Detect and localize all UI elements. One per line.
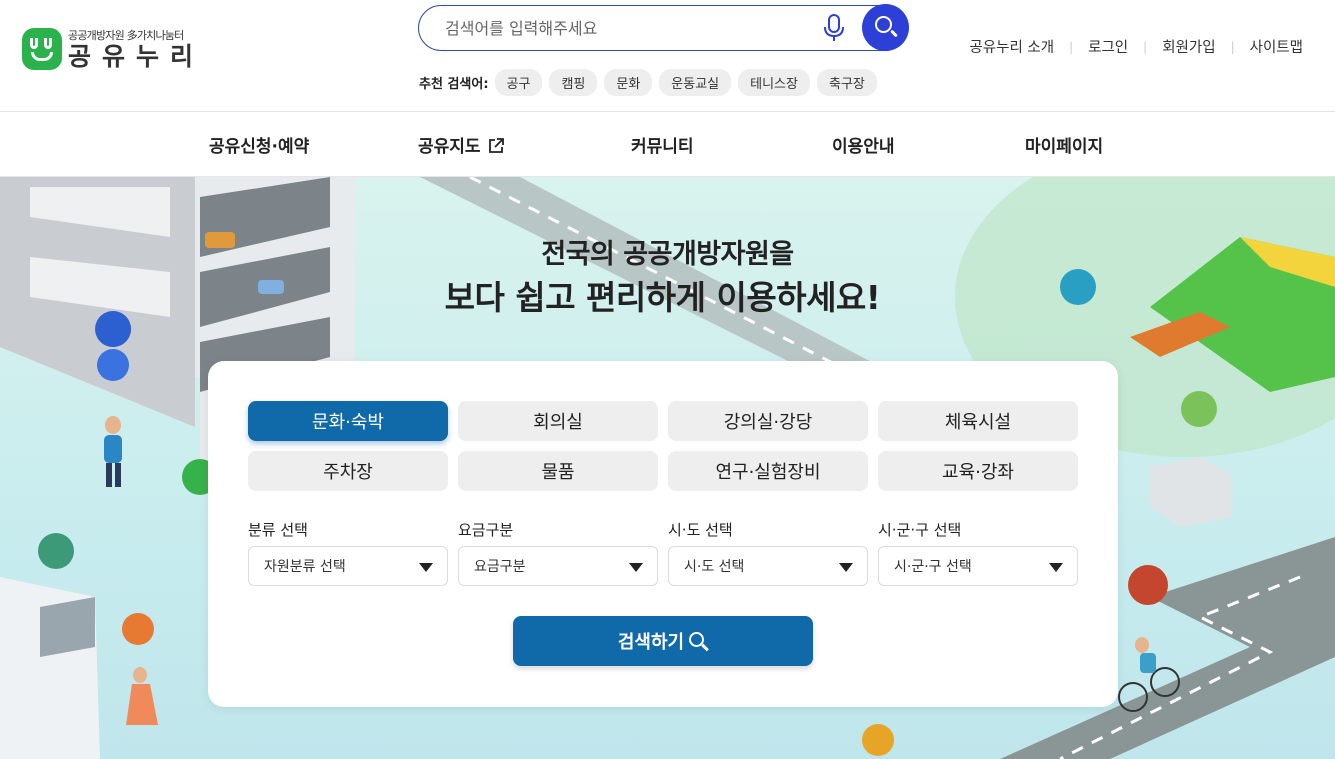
filter-label-category: 분류 선택 [248, 521, 308, 539]
external-link-icon [488, 138, 504, 153]
hero-title-line1: 전국의 공공개방자원을 [541, 239, 794, 270]
select-category-value: 자원분류 선택 [264, 559, 346, 575]
category-parking[interactable]: 주차장 [248, 451, 448, 491]
nav-item-guide[interactable]: 이용안내 [832, 132, 895, 157]
select-province[interactable]: 시·도 선택 [668, 546, 868, 586]
category-goods[interactable]: 물품 [458, 451, 658, 491]
hero-title-line2: 보다 쉽고 편리하게 이용하세요! [444, 278, 881, 317]
keyword-chip[interactable]: 축구장 [816, 69, 877, 96]
select-district[interactable]: 시·군·구 선택 [878, 546, 1078, 586]
select-fee[interactable]: 요금구분 [458, 546, 658, 586]
category-lecture-hall[interactable]: 강의실·강당 [668, 401, 868, 441]
select-province-value: 시·도 선택 [684, 559, 745, 575]
search-icon [688, 631, 710, 652]
dropdown-arrow-icon [629, 563, 643, 572]
keyword-chip[interactable]: 테니스장 [738, 69, 810, 96]
nav-item-map-label: 공유지도 [418, 137, 481, 157]
select-fee-value: 요금구분 [474, 559, 526, 575]
search-button[interactable] [862, 4, 909, 51]
category-education[interactable]: 교육·강좌 [878, 451, 1078, 491]
keyword-chip[interactable]: 공구 [494, 69, 543, 96]
link-sitemap[interactable]: 사이트맵 [1250, 36, 1303, 57]
search-box [418, 4, 909, 51]
logo-name: 공유누리 [68, 42, 205, 71]
select-district-value: 시·군·구 선택 [894, 559, 972, 575]
microphone-icon[interactable] [823, 14, 845, 42]
submit-search-button[interactable]: 검색하기 [513, 616, 813, 666]
search-panel: 문화·숙박 회의실 강의실·강당 체육시설 주차장 물품 연구·실험장비 교육·… [208, 361, 1118, 707]
category-sports-facility[interactable]: 체육시설 [878, 401, 1078, 441]
site-logo[interactable]: 공공개방자원 多가치나눔터 공유누리 [22, 27, 204, 71]
link-signup[interactable]: 회원가입 [1162, 36, 1215, 57]
hero-section: 전국의 공공개방자원을 보다 쉽고 편리하게 이용하세요! 문화·숙박 회의실 … [0, 177, 1335, 759]
nav-item-community[interactable]: 커뮤니티 [631, 132, 694, 157]
main-nav: 공유신청·예약 공유지도 커뮤니티 이용안내 마이페이지 [0, 112, 1335, 177]
category-lab-equipment[interactable]: 연구·실험장비 [668, 451, 868, 491]
logo-subtitle: 공공개방자원 多가치나눔터 [68, 29, 184, 42]
search-input[interactable] [445, 15, 805, 41]
site-header: 공공개방자원 多가치나눔터 공유누리 추천 검색어: 공구 캠핑 문화 운동교실… [0, 0, 1335, 112]
keyword-chip[interactable]: 문화 [604, 69, 653, 96]
filter-label-province: 시·도 선택 [668, 521, 733, 539]
keyword-chip[interactable]: 캠핑 [549, 69, 598, 96]
keyword-chip[interactable]: 운동교실 [659, 69, 732, 96]
dropdown-arrow-icon [419, 563, 433, 572]
search-icon [875, 16, 892, 33]
nav-item-map[interactable]: 공유지도 [418, 132, 504, 157]
nav-item-mypage[interactable]: 마이페이지 [1025, 132, 1103, 157]
filter-label-fee: 요금구분 [458, 521, 514, 539]
utility-links: 공유누리 소개 | 로그인 | 회원가입 | 사이트맵 [969, 36, 1303, 57]
dropdown-arrow-icon [839, 563, 853, 572]
recommended-keywords: 추천 검색어: 공구 캠핑 문화 운동교실 테니스장 축구장 [419, 69, 884, 96]
category-meeting-room[interactable]: 회의실 [458, 401, 658, 441]
submit-search-label: 검색하기 [617, 632, 685, 653]
smile-logo-icon [22, 28, 62, 70]
link-about[interactable]: 공유누리 소개 [969, 36, 1054, 57]
dropdown-arrow-icon [1049, 563, 1063, 572]
category-culture-lodging[interactable]: 문화·숙박 [248, 401, 448, 441]
nav-item-reservation[interactable]: 공유신청·예약 [209, 132, 309, 157]
filter-label-district: 시·군·구 선택 [878, 521, 962, 539]
select-category[interactable]: 자원분류 선택 [248, 546, 448, 586]
link-login[interactable]: 로그인 [1088, 36, 1128, 57]
recommend-label: 추천 검색어: [419, 77, 489, 92]
